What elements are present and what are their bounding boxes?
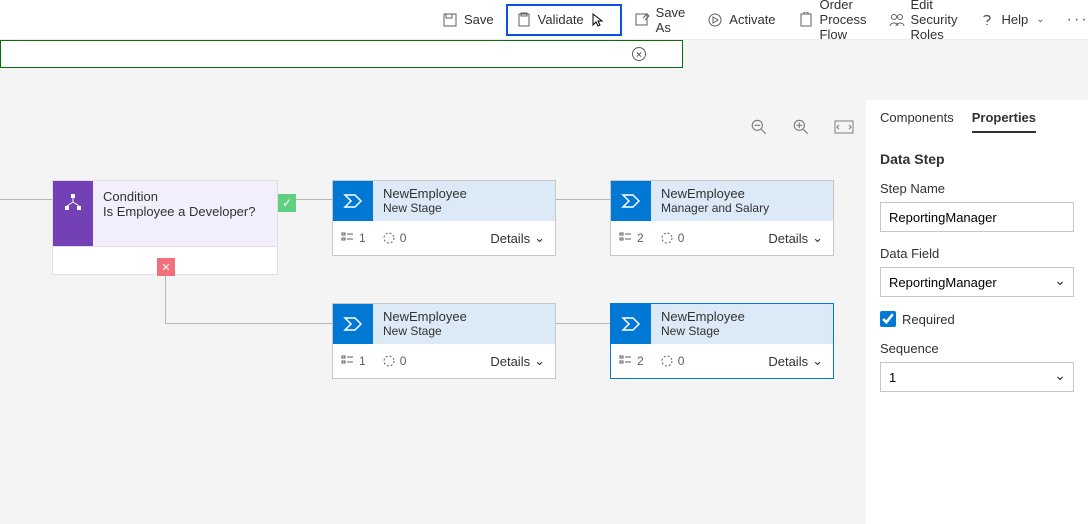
sub-count: 0 [400,231,407,245]
order-flow-label: Order Process Flow [820,0,867,42]
stage-name: New Stage [383,201,545,215]
connector [165,276,166,323]
required-checkbox[interactable] [880,311,896,327]
sub-count: 0 [678,231,685,245]
sequence-select[interactable]: 1 [880,362,1074,392]
stage-entity: NewEmployee [661,186,823,201]
canvas[interactable]: Condition Is Employee a Developer? ✓ ✕ N… [0,68,860,524]
stage-entity: NewEmployee [383,309,545,324]
save-as-icon [634,12,650,28]
save-as-button[interactable]: Save As [624,4,696,36]
help-icon [979,12,995,28]
connector [296,199,332,200]
save-icon [442,12,458,28]
condition-icon [53,181,93,246]
sub-count: 0 [678,354,685,368]
toolbar: Save Validate Save As Activate Order Pro… [0,0,1088,40]
stage-name: New Stage [661,324,823,338]
stage-card-3[interactable]: NewEmployee New Stage 1 0 Details⌄ [332,303,556,379]
stage-icon [333,181,373,221]
activate-button[interactable]: Activate [697,4,785,36]
substeps-icon [382,354,396,368]
substeps-icon [382,231,396,245]
tab-properties[interactable]: Properties [972,104,1036,133]
steps-icon [619,231,633,245]
stage-entity: NewEmployee [383,186,545,201]
stage-card-2[interactable]: NewEmployee Manager and Salary 2 0 Detai… [610,180,834,256]
true-branch-icon: ✓ [278,194,296,212]
section-title: Data Step [880,151,1074,167]
order-flow-icon [798,12,814,28]
help-label: Help [1001,12,1028,27]
chevron-down-icon: ⌄ [1036,14,1044,25]
stage-entity: NewEmployee [661,309,823,324]
validate-label: Validate [538,12,584,27]
steps-icon [341,354,355,368]
edit-roles-label: Edit Security Roles [911,0,958,42]
help-button[interactable]: Help ⌄ [969,4,1054,36]
validate-button[interactable]: Validate [506,4,622,36]
close-icon[interactable] [632,47,646,61]
stage-name: New Stage [383,324,545,338]
false-branch-icon: ✕ [157,258,175,276]
activate-icon [707,12,723,28]
save-label: Save [464,12,494,27]
stage-card-1[interactable]: NewEmployee New Stage 1 0 Details⌄ [332,180,556,256]
details-toggle[interactable]: Details⌄ [768,353,823,369]
stage-icon [611,304,651,344]
security-roles-icon [889,12,905,28]
required-label: Required [902,312,955,327]
step-count: 1 [359,354,366,368]
step-count: 2 [637,231,644,245]
details-toggle[interactable]: Details⌄ [490,230,545,246]
properties-panel: Components Properties Data Step Step Nam… [866,100,1088,524]
connector [0,199,52,200]
sequence-label: Sequence [880,341,1074,356]
steps-icon [619,354,633,368]
steps-icon [341,231,355,245]
notification-bar [0,40,683,68]
connector [556,199,610,200]
details-toggle[interactable]: Details⌄ [490,353,545,369]
sub-count: 0 [400,354,407,368]
validate-icon [516,12,532,28]
condition-title: Condition [103,189,267,204]
stage-name: Manager and Salary [661,201,823,215]
more-button[interactable]: ··· [1057,11,1088,29]
stage-icon [611,181,651,221]
condition-card[interactable]: Condition Is Employee a Developer? [52,180,278,247]
substeps-icon [660,231,674,245]
step-name-label: Step Name [880,181,1074,196]
order-process-flow-button[interactable]: Order Process Flow [788,4,877,36]
step-name-input[interactable] [880,202,1074,232]
chevron-down-icon: ⌄ [812,230,823,246]
stage-card-4[interactable]: NewEmployee New Stage 2 0 Details⌄ [610,303,834,379]
activate-label: Activate [729,12,775,27]
data-field-select[interactable]: ReportingManager [880,267,1074,297]
details-toggle[interactable]: Details⌄ [768,230,823,246]
data-field-label: Data Field [880,246,1074,261]
step-count: 2 [637,354,644,368]
edit-security-roles-button[interactable]: Edit Security Roles [879,4,968,36]
connector [165,323,332,324]
step-count: 1 [359,231,366,245]
condition-subtitle: Is Employee a Developer? [103,204,267,219]
tab-components[interactable]: Components [880,104,954,133]
connector [556,323,610,324]
stage-icon [333,304,373,344]
chevron-down-icon: ⌄ [812,353,823,369]
cursor-icon [590,12,606,28]
save-as-label: Save As [656,5,686,35]
chevron-down-icon: ⌄ [534,230,545,246]
substeps-icon [660,354,674,368]
save-button[interactable]: Save [432,4,504,36]
chevron-down-icon: ⌄ [534,353,545,369]
